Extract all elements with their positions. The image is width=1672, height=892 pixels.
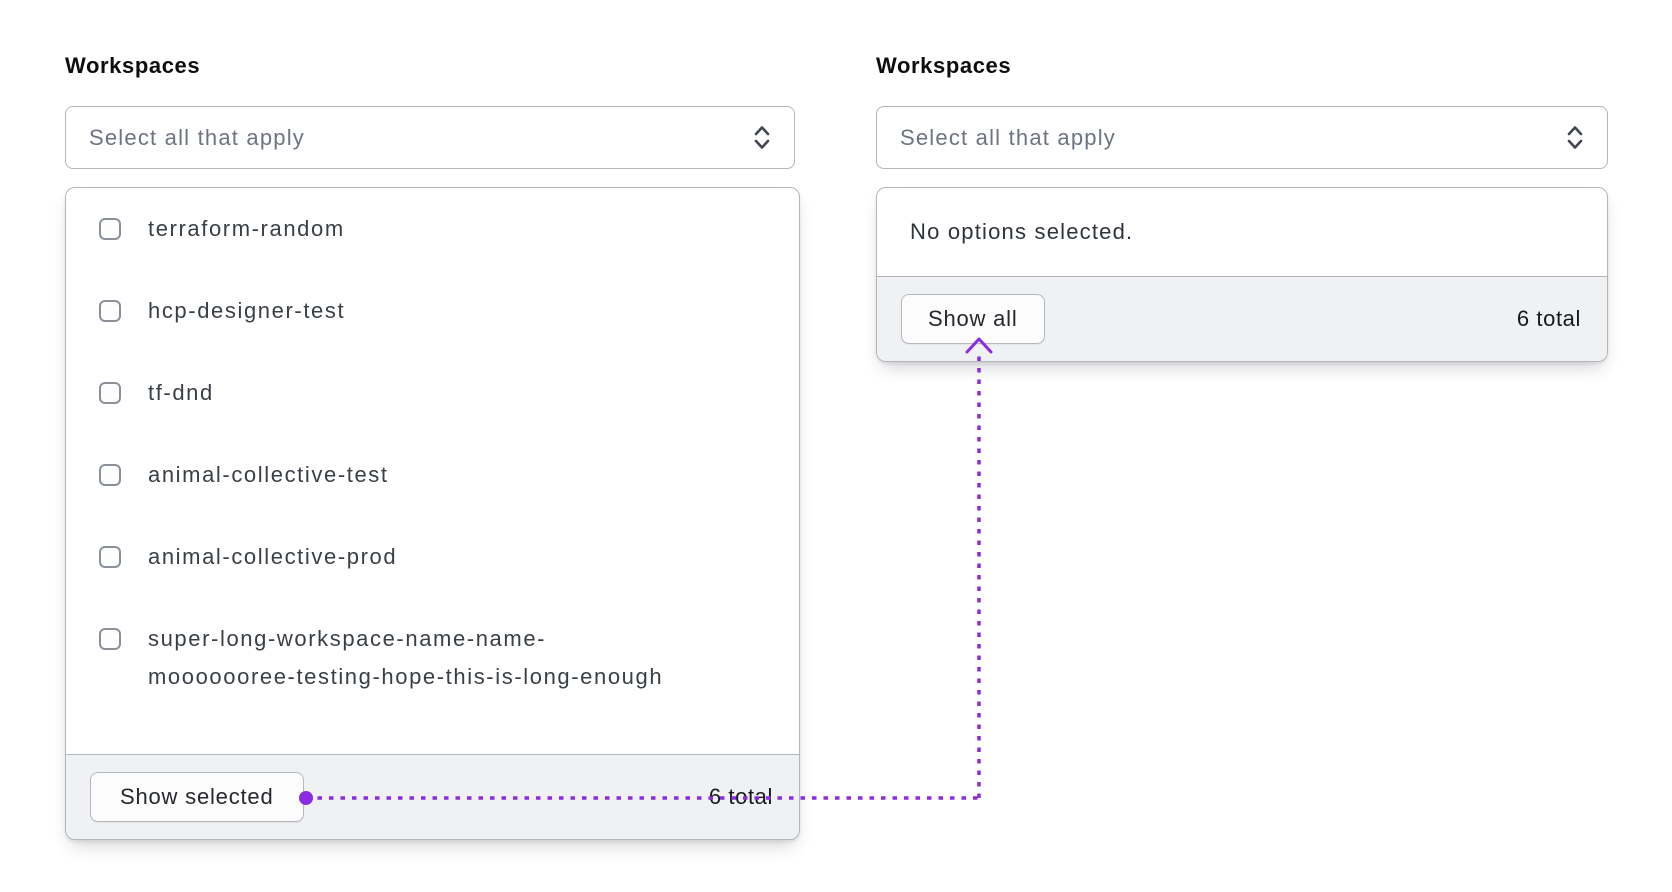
- option-label: tf-dnd: [148, 380, 214, 405]
- multiselect-trigger[interactable]: Select all that apply: [876, 106, 1608, 169]
- checkbox[interactable]: [99, 300, 121, 322]
- field-label: Workspaces: [65, 53, 201, 78]
- checkbox[interactable]: [99, 628, 121, 650]
- workspaces-multiselect-open: Workspaces Select all that apply terrafo…: [65, 52, 800, 840]
- multiselect-trigger[interactable]: Select all that apply: [65, 106, 795, 169]
- unfold-caret-icon: [1567, 126, 1583, 149]
- show-all-button[interactable]: Show all: [901, 294, 1045, 344]
- option-label: animal-collective-test: [148, 462, 389, 487]
- page: Workspaces Select all that apply terrafo…: [0, 0, 1672, 892]
- selected-panel: No options selected. Show all 6 total: [876, 187, 1608, 362]
- option-label: terraform-random: [148, 216, 345, 241]
- field-label: Workspaces: [876, 53, 1012, 78]
- checkbox[interactable]: [99, 218, 121, 240]
- unfold-caret-icon: [754, 126, 770, 149]
- option-row[interactable]: terraform-random: [66, 188, 799, 270]
- option-row[interactable]: tf-dnd: [66, 352, 799, 434]
- empty-message: No options selected.: [910, 219, 1134, 244]
- options-list: terraform-random hcp-designer-test tf-dn…: [66, 188, 799, 754]
- option-row[interactable]: animal-collective-test: [66, 434, 799, 516]
- option-label: super-long-workspace-name-name-moooooore…: [148, 626, 664, 689]
- option-label: hcp-designer-test: [148, 298, 346, 323]
- total-count: 6 total: [1516, 306, 1581, 331]
- panel-footer: Show all 6 total: [877, 276, 1607, 361]
- checkbox[interactable]: [99, 382, 121, 404]
- option-row[interactable]: super-long-workspace-name-name-moooooore…: [66, 598, 799, 718]
- workspaces-multiselect-empty: Workspaces Select all that apply No opti…: [876, 52, 1608, 362]
- option-label: animal-collective-prod: [148, 544, 398, 569]
- panel-footer: Show selected 6 total: [66, 754, 799, 839]
- checkbox[interactable]: [99, 464, 121, 486]
- checkbox[interactable]: [99, 546, 121, 568]
- option-row[interactable]: hcp-designer-test: [66, 270, 799, 352]
- total-count: 6 total: [708, 784, 773, 809]
- show-selected-button[interactable]: Show selected: [90, 772, 304, 822]
- trigger-placeholder: Select all that apply: [900, 124, 1116, 150]
- option-row[interactable]: animal-collective-prod: [66, 516, 799, 598]
- options-panel: terraform-random hcp-designer-test tf-dn…: [65, 187, 800, 840]
- trigger-placeholder: Select all that apply: [89, 124, 305, 150]
